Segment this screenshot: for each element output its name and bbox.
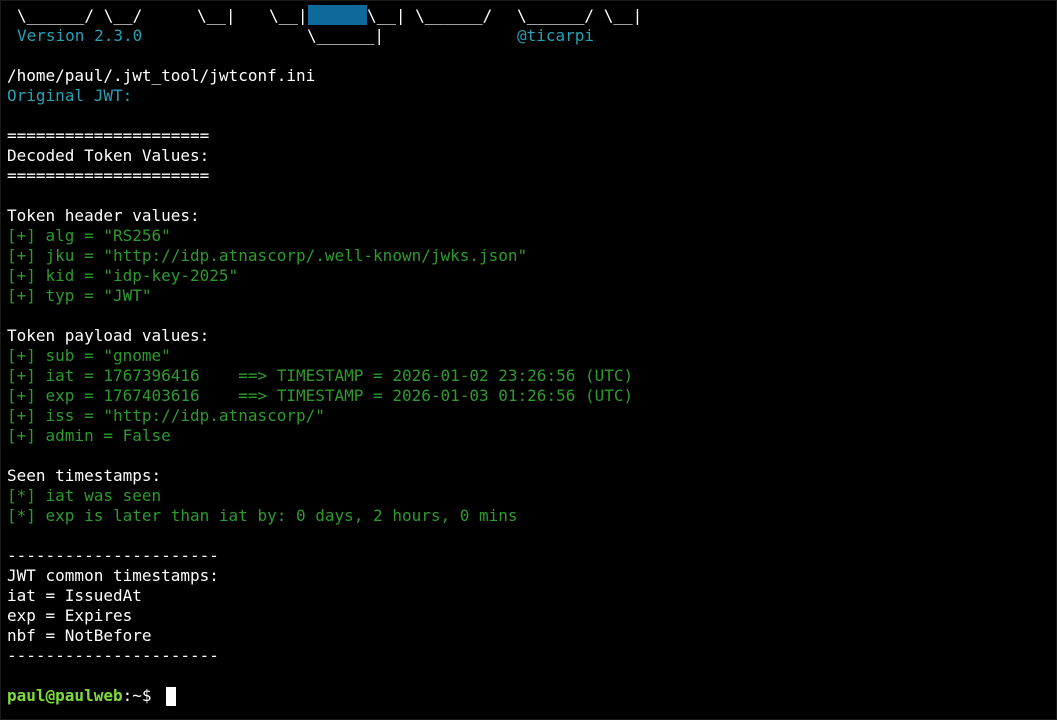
shell-prompt[interactable]: paul@paulweb:~$ [7,686,161,706]
author-handle: @ticarpi [517,26,595,45]
payload-value-iss: [+] iss = "http://idp.atnascorp/" [7,406,325,425]
header-values-title: Token header values: [7,206,200,225]
config-path: /home/paul/.jwt_tool/jwtconf.ini [7,66,316,85]
banner-highlight [308,5,367,25]
payload-values-title: Token payload values: [7,326,210,345]
rule-equals-bottom: ===================== [7,166,210,185]
payload-value-sub: [+] sub = "gnome" [7,346,171,365]
header-value-typ: [+] typ = "JWT" [7,286,152,305]
common-value-exp: exp = Expires [7,606,133,625]
seen-value-exp: [*] exp is later than iat by: 0 days, 2 … [7,506,518,525]
decoded-title: Decoded Token Values: [7,146,210,165]
banner-art-right: \______/ \__| [517,6,643,25]
seen-timestamps-title: Seen timestamps: [7,466,162,485]
header-value-alg: [+] alg = "RS256" [7,226,171,245]
banner-art-bottom: \______| [307,26,385,45]
rule-equals-top: ===================== [7,126,210,145]
prompt-user-host: paul@paulweb [7,686,123,705]
payload-value-iat: [+] iat = 1767396416 ==> TIMESTAMP = 202… [7,366,634,385]
original-jwt-label: Original JWT: [7,86,133,105]
seen-value-iat: [*] iat was seen [7,486,162,505]
payload-value-admin: [+] admin = False [7,426,171,445]
prompt-path: :~$ [122,686,162,705]
common-value-iat: iat = IssuedAt [7,586,142,605]
header-value-jku: [+] jku = "http://idp.atnascorp/.well-kn… [7,246,528,265]
rule-dashes-top: ---------------------- [7,546,219,565]
banner-art-mid1: \__| [197,6,236,25]
banner-art-mid3: \__| \______/ [367,6,493,25]
terminal-window[interactable]: \______/ \__/ \__| \__| \__| \______/ \_… [0,0,1057,720]
payload-value-exp: [+] exp = 1767403616 ==> TIMESTAMP = 202… [7,386,634,405]
rule-dashes-bottom: ---------------------- [7,646,219,665]
text-cursor [166,687,176,706]
common-timestamps-title: JWT common timestamps: [7,566,219,585]
banner-art-mid2: \__| [269,6,308,25]
common-value-nbf: nbf = NotBefore [7,626,152,645]
version-text: Version 2.3.0 [17,26,143,45]
header-value-kid: [+] kid = "idp-key-2025" [7,266,239,285]
banner-art-left: \______/ \__/ [17,6,143,25]
